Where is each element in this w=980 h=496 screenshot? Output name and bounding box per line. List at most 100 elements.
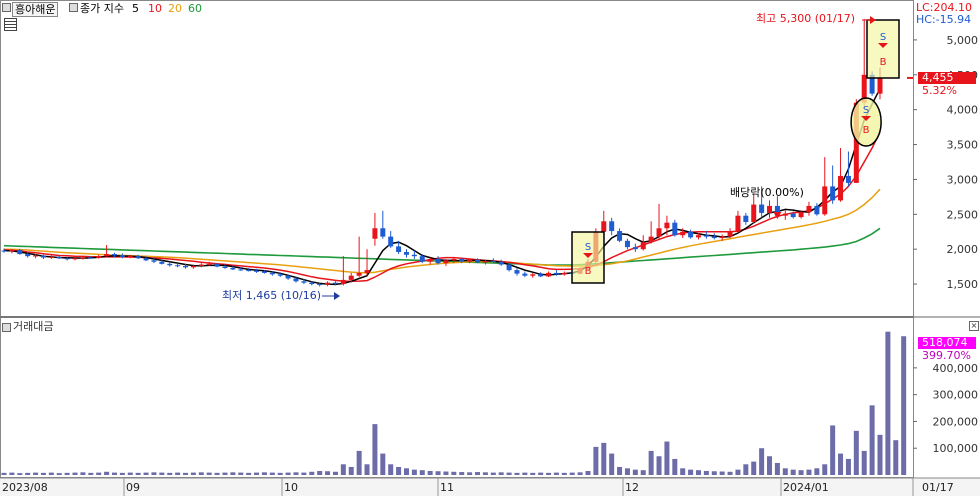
candle-body <box>427 258 433 262</box>
volume-bar <box>56 473 62 475</box>
candle-body <box>609 221 615 232</box>
volume-bar <box>238 472 244 475</box>
candle-body <box>719 236 725 239</box>
candle-body <box>277 274 283 276</box>
volume-bar <box>530 472 536 475</box>
volume-bar <box>348 466 354 475</box>
candle-body <box>656 228 662 237</box>
candle-body <box>632 247 638 250</box>
volume-bar <box>475 472 481 475</box>
volume-bar <box>711 471 717 475</box>
ma-label[interactable]: 종가 지수 <box>80 3 124 14</box>
candle-body <box>214 263 220 267</box>
candle-body <box>159 261 165 264</box>
candle-body <box>845 175 851 183</box>
volume-change: 399.70% <box>922 349 971 362</box>
volume-bar <box>624 468 630 475</box>
volume-bar <box>332 471 338 475</box>
volume-bar <box>246 472 252 475</box>
candle-body <box>127 256 133 258</box>
candle-body <box>514 270 520 274</box>
volume-bar <box>427 470 433 475</box>
candle-body <box>790 213 796 218</box>
stock-chart: 1,5002,0002,5003,0003,5004,0004,5005,000… <box>0 0 980 496</box>
candle-body <box>522 273 528 276</box>
volume-bar <box>467 472 473 475</box>
volume-bar <box>143 472 149 475</box>
candle-body <box>435 258 441 264</box>
volume-close-icon[interactable]: × <box>969 321 979 331</box>
volume-bar <box>80 472 86 475</box>
candle-body <box>767 205 773 213</box>
volume-bar <box>719 471 725 475</box>
volume-bar <box>198 472 204 475</box>
candle-body <box>119 255 125 257</box>
price-tick-label: 1,500 <box>947 278 979 291</box>
volume-bar <box>88 472 94 475</box>
candle-body <box>301 281 307 283</box>
candle-body <box>17 249 23 255</box>
volume-bar <box>9 472 15 475</box>
ma-period-5: 5 <box>132 2 139 15</box>
volume-bar <box>277 472 283 475</box>
candle-body <box>680 231 686 236</box>
dividend-annotation: 배당락(0.00%) <box>730 186 804 199</box>
candle-body <box>814 205 820 215</box>
candle-body <box>688 231 694 238</box>
candle-body <box>498 261 504 265</box>
candle-body <box>183 265 189 268</box>
candle-body <box>624 240 630 248</box>
candle-body <box>348 275 354 280</box>
candle-body <box>40 255 46 258</box>
volume-bar <box>111 472 117 475</box>
volume-bar <box>656 456 662 475</box>
candle-body <box>782 213 788 216</box>
candle-body <box>332 282 338 285</box>
candle-body <box>269 272 275 275</box>
volume-bar <box>206 472 212 475</box>
volume-bar <box>845 458 851 475</box>
candle-body <box>411 254 417 257</box>
candle-body <box>467 259 473 262</box>
volume-bar <box>664 441 670 475</box>
volume-bar <box>569 472 575 475</box>
volume-bar <box>96 472 102 475</box>
volume-bar <box>498 472 504 475</box>
volume-bar <box>522 472 528 475</box>
candle-body <box>443 260 449 264</box>
candle-body <box>372 228 378 239</box>
volume-bar <box>853 430 859 475</box>
candle-body <box>151 260 157 262</box>
volume-bar <box>380 453 386 475</box>
candle-body <box>230 268 236 270</box>
volume-bar <box>230 472 236 475</box>
volume-bar <box>403 468 409 475</box>
candle-body <box>48 256 54 258</box>
candle-body <box>806 205 812 213</box>
volume-bar <box>104 471 110 475</box>
volume-bar <box>301 472 307 475</box>
volume-bar <box>317 470 323 475</box>
high-annotation: 최고 5,300 (01/17) <box>756 12 856 25</box>
signal-buy: B <box>880 57 887 68</box>
volume-bar <box>443 471 449 475</box>
volume-bar <box>167 472 173 475</box>
candle-body <box>380 228 386 237</box>
hc-label: HC:-15.94 <box>916 13 972 26</box>
candle-body <box>356 272 362 276</box>
candle-body <box>672 222 678 236</box>
signal-box-2 <box>866 19 900 79</box>
price-tick-label: 3,500 <box>947 139 979 152</box>
volume-bar <box>285 472 291 475</box>
grid-table-icon[interactable] <box>4 18 17 31</box>
ma-box-icon[interactable] <box>69 3 78 12</box>
header-box-icon[interactable] <box>2 3 11 12</box>
candle-body <box>167 263 173 266</box>
stock-name[interactable]: 흥아해운 <box>12 2 59 17</box>
volume-bar <box>680 468 686 475</box>
volume-box-icon[interactable] <box>2 323 11 332</box>
volume-bar <box>356 450 362 475</box>
volume-bar <box>183 472 189 475</box>
signal-buy: B <box>863 125 870 136</box>
volume-bar <box>585 470 591 475</box>
